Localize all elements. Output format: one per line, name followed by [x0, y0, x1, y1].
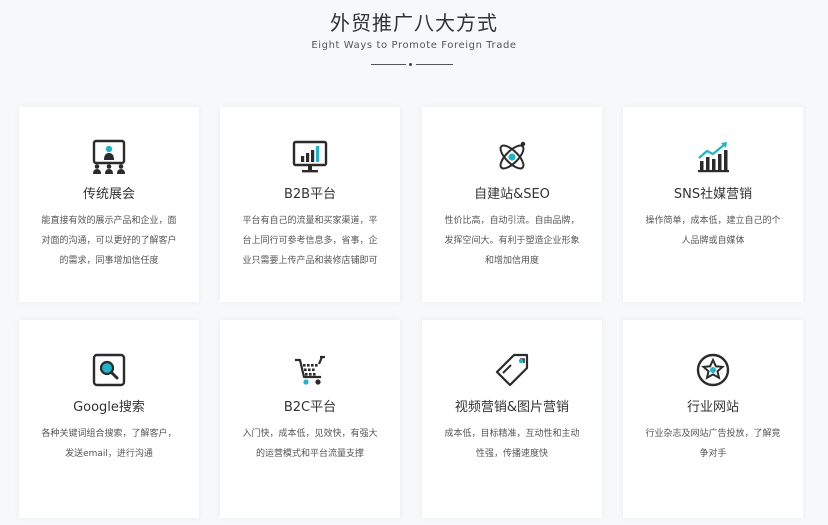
- shopping-cart-icon: [292, 352, 328, 388]
- growth-chart-icon: [695, 139, 731, 175]
- exhibition-icon: [91, 139, 127, 175]
- atom-icon: [494, 139, 530, 175]
- desc-line: 成本低，目标精准，互动性和主动: [444, 429, 580, 439]
- desc-line: 平台有自己的流量和买家渠道，平: [242, 216, 378, 226]
- card-b2c[interactable]: B2C平台 入门快，成本低，见效快，有强大 的运营模式和平台流量支撑: [220, 320, 400, 518]
- desc-line: 性强，传播速度快: [475, 449, 548, 459]
- page-title: 外贸推广八大方式: [330, 11, 498, 35]
- card-description: 行业杂志及网站广告投放，了解竞 争对手: [635, 424, 791, 464]
- card-video-image-marketing[interactable]: 视频营销&图片营销 成本低，目标精准，互动性和主动 性强，传播速度快: [422, 320, 602, 518]
- desc-line: 发挥空间大。有利于塑造企业形象: [444, 236, 580, 246]
- star-badge-icon: [695, 352, 731, 388]
- card-title: 自建站&SEO: [474, 187, 550, 202]
- card-own-site-seo[interactable]: 自建站&SEO 性价比高，自动引流。自由品牌， 发挥空间大。有利于塑造企业形象 …: [422, 107, 602, 302]
- desc-line: 台上同行可参考信息多，省事，企: [242, 236, 378, 246]
- title-divider: [371, 63, 453, 66]
- desc-line: 争对手: [699, 449, 727, 459]
- card-exhibition[interactable]: 传统展会 能直接有效的展示产品和企业，面 对面的沟通，可以更好的了解客户 的需求…: [19, 107, 199, 302]
- card-title: 传统展会: [82, 187, 135, 202]
- card-sns[interactable]: SNS社媒营销 操作简单，成本低，建立自己的个 人品牌或自媒体: [623, 107, 803, 302]
- card-title: Google搜索: [73, 400, 145, 415]
- desc-line: 性价比高，自动引流。自由品牌，: [444, 216, 580, 226]
- desc-line: 各种关键词组合搜索，了解客户，: [41, 429, 177, 439]
- desc-line: 对面的沟通，可以更好的了解客户: [41, 236, 177, 246]
- card-description: 入门快，成本低，见效快，有强大 的运营模式和平台流量支撑: [232, 424, 388, 464]
- desc-line: 人品牌或自媒体: [681, 236, 745, 246]
- search-icon: [91, 352, 127, 388]
- card-industry-websites[interactable]: 行业网站 行业杂志及网站广告投放，了解竞 争对手: [623, 320, 803, 518]
- desc-line: 操作简单，成本低，建立自己的个: [645, 216, 781, 226]
- desc-line: 和增加信用度: [484, 256, 539, 266]
- tag-icon: [494, 352, 530, 388]
- desc-line: 业只需要上传产品和装修店铺即可: [242, 256, 378, 266]
- card-description: 操作简单，成本低，建立自己的个 人品牌或自媒体: [635, 211, 791, 251]
- desc-line: 能直接有效的展示产品和企业，面: [41, 216, 177, 226]
- card-description: 性价比高，自动引流。自由品牌， 发挥空间大。有利于塑造企业形象 和增加信用度: [434, 211, 590, 271]
- card-title: B2B平台: [283, 187, 337, 202]
- divider-line-right: [416, 64, 453, 65]
- divider-line-left: [371, 64, 406, 65]
- card-title: B2C平台: [283, 400, 337, 415]
- card-title: 行业网站: [686, 400, 739, 415]
- desc-line: 行业杂志及网站广告投放，了解竞: [645, 429, 781, 439]
- desc-line: 入门快，成本低，见效快，有强大: [242, 429, 378, 439]
- card-title: SNS社媒营销: [673, 187, 753, 202]
- card-description: 能直接有效的展示产品和企业，面 对面的沟通，可以更好的了解客户 的需求，同事增加…: [31, 211, 187, 271]
- card-description: 平台有自己的流量和买家渠道，平 台上同行可参考信息多，省事，企 业只需要上传产品…: [232, 211, 388, 271]
- card-b2b[interactable]: B2B平台 平台有自己的流量和买家渠道，平 台上同行可参考信息多，省事，企 业只…: [220, 107, 400, 302]
- desc-line: 发送email，进行沟通: [65, 449, 153, 459]
- card-title: 视频营销&图片营销: [454, 400, 570, 415]
- page-subtitle: Eight Ways to Promote Foreign Trade: [311, 40, 517, 51]
- desc-line: 的需求，同事增加信任度: [59, 256, 159, 266]
- card-google-search[interactable]: Google搜索 各种关键词组合搜索，了解客户， 发送email，进行沟通: [19, 320, 199, 518]
- card-description: 各种关键词组合搜索，了解客户， 发送email，进行沟通: [31, 424, 187, 464]
- desc-line: 的运营模式和平台流量支撑: [255, 449, 364, 459]
- card-description: 成本低，目标精准，互动性和主动 性强，传播速度快: [434, 424, 590, 464]
- monitor-chart-icon: [292, 139, 328, 175]
- divider-dot: [409, 63, 412, 66]
